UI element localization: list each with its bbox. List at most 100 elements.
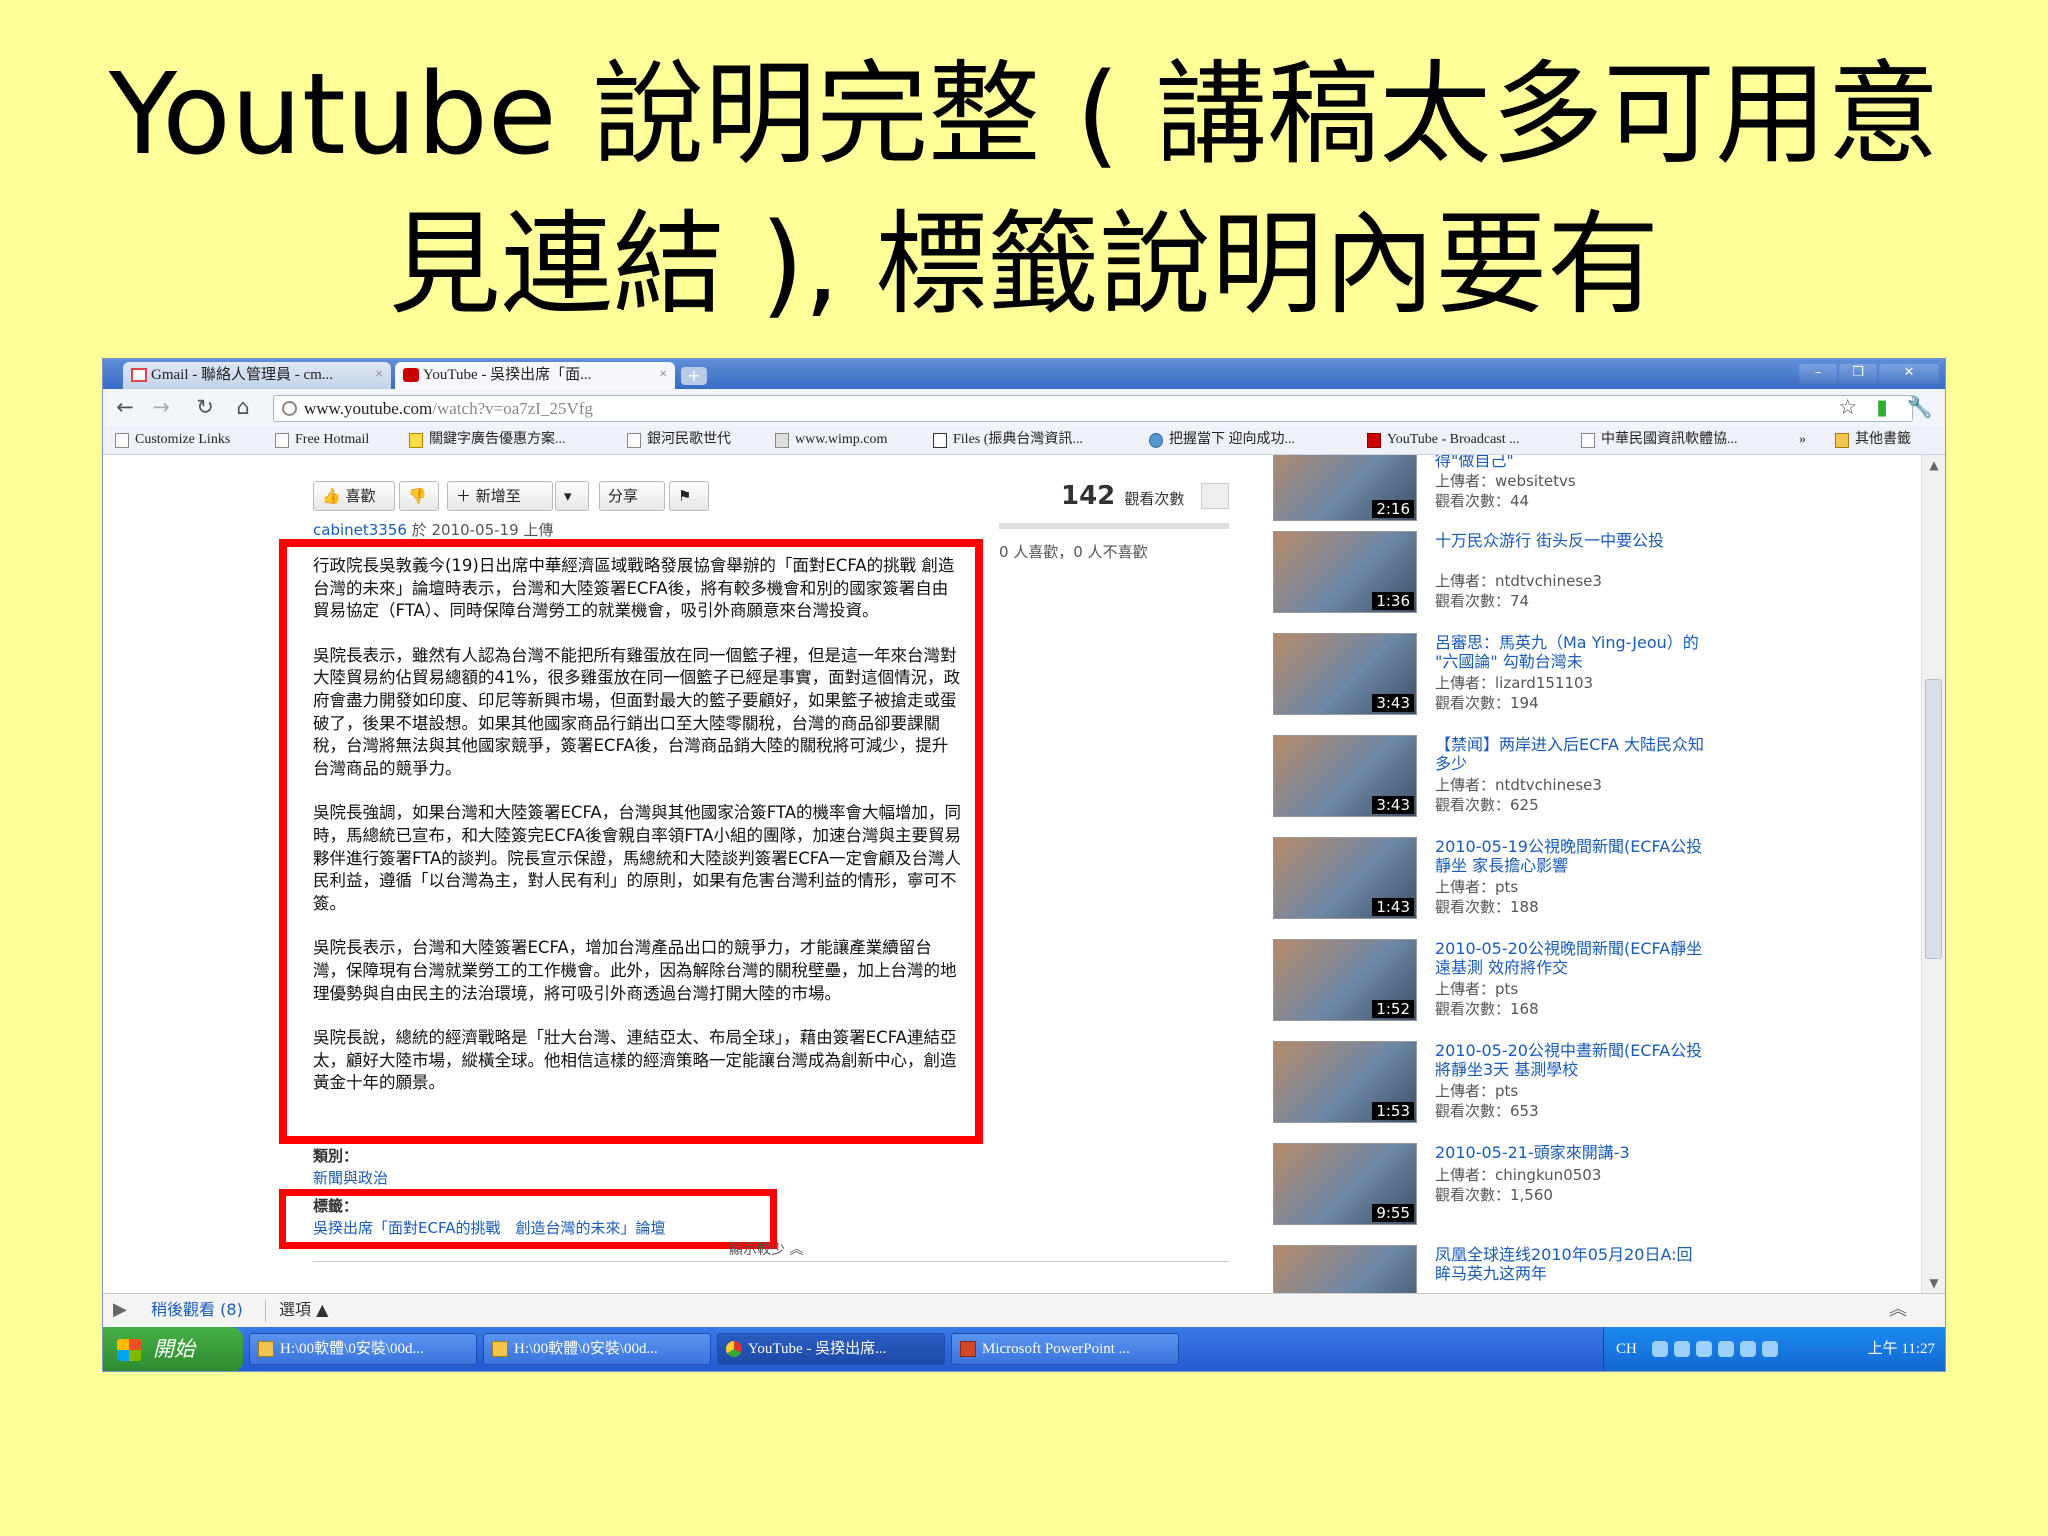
watch-later-button[interactable]: 稍後觀看 (8) bbox=[151, 1294, 243, 1326]
related-video-item[interactable]: 9:55 2010-05-21-頭家來開講-3 上傳者：chingkun0503… bbox=[1273, 1143, 1893, 1235]
related-video-title[interactable]: 2010-05-19公視晚間新聞(ECFA公投靜坐 家長擔心影響 bbox=[1435, 837, 1705, 875]
page-icon bbox=[1581, 433, 1595, 448]
add-to-dropdown[interactable]: ▾ bbox=[555, 481, 589, 511]
related-video-item[interactable]: 1:36 十万民众游行 街头反一中要公投 上傳者：ntdtvchinese3 觀… bbox=[1273, 531, 1893, 623]
related-video-item[interactable]: 1:43 2010-05-19公視晚間新聞(ECFA公投靜坐 家長擔心影響 上傳… bbox=[1273, 837, 1893, 929]
folder-icon bbox=[258, 1341, 274, 1357]
input-language[interactable]: CH bbox=[1616, 1327, 1637, 1371]
page-scrollbar[interactable]: ▲ ▼ bbox=[1921, 455, 1945, 1293]
bookmark-item[interactable]: 關鍵字廣告優惠方案... bbox=[407, 427, 566, 453]
start-button[interactable]: 開始 bbox=[103, 1327, 243, 1371]
network-icon[interactable] bbox=[1674, 1341, 1690, 1357]
video-thumbnail[interactable]: 9:55 bbox=[1273, 1143, 1417, 1225]
bookmark-item[interactable]: Free Hotmail bbox=[273, 427, 369, 453]
wrench-icon[interactable]: 🔧 bbox=[1907, 395, 1933, 419]
close-icon[interactable]: × bbox=[659, 362, 667, 388]
new-tab-button[interactable]: + bbox=[681, 367, 707, 385]
page-icon bbox=[115, 433, 129, 448]
related-video-item[interactable]: 2:16 得"做自己" 上傳者：websitetvs 觀看次數：44 bbox=[1273, 455, 1893, 531]
expand-up-icon[interactable]: ︽ bbox=[1889, 1294, 1907, 1326]
related-video-title[interactable]: 【禁闻】两岸进入后ECFA 大陆民众知多少 bbox=[1435, 735, 1705, 773]
page-icon bbox=[275, 433, 289, 448]
show-less-button[interactable]: 顯示較少 ︽ bbox=[729, 1239, 803, 1259]
category-link[interactable]: 新聞與政治 bbox=[313, 1167, 388, 1188]
close-icon[interactable]: × bbox=[375, 362, 383, 388]
video-thumbnail[interactable]: 1:53 bbox=[1273, 1041, 1417, 1123]
scroll-down-icon[interactable]: ▼ bbox=[1922, 1273, 1945, 1293]
bookmark-item[interactable]: www.wimp.com bbox=[773, 427, 887, 453]
video-thumbnail[interactable]: 1:36 bbox=[1273, 531, 1417, 613]
minimize-button[interactable]: – bbox=[1799, 364, 1837, 384]
keyboard-icon[interactable] bbox=[1652, 1341, 1668, 1357]
wimp-icon bbox=[775, 433, 789, 448]
related-video-title[interactable]: 得"做自己" bbox=[1435, 455, 1705, 470]
bookmark-item[interactable]: Customize Links bbox=[113, 427, 230, 453]
like-button[interactable]: 👍 喜歡 bbox=[313, 481, 395, 511]
related-video-title[interactable]: 呂審思：馬英九（Ma Ying-Jeou）的 "六國論" 勾勒台灣未 bbox=[1435, 633, 1705, 671]
related-video-title[interactable]: 2010-05-20公視中晝新聞(ECFA公投將靜坐3天 基測學校 bbox=[1435, 1041, 1705, 1079]
scroll-up-icon[interactable]: ▲ bbox=[1922, 455, 1945, 475]
related-video-item[interactable]: 1:53 2010-05-20公視中晝新聞(ECFA公投將靜坐3天 基測學校 上… bbox=[1273, 1041, 1893, 1133]
related-video-item[interactable]: 3:43 【禁闻】两岸进入后ECFA 大陆民众知多少 上傳者：ntdtvchin… bbox=[1273, 735, 1893, 827]
uploader-link[interactable]: cabinet3356 bbox=[313, 521, 407, 539]
chat-icon[interactable] bbox=[1718, 1341, 1734, 1357]
video-thumbnail[interactable]: 3:43 bbox=[1273, 735, 1417, 817]
play-icon[interactable]: ▶ bbox=[113, 1294, 127, 1326]
thumbs-up-icon: 👍 bbox=[322, 487, 341, 505]
windows-logo-icon bbox=[117, 1339, 141, 1361]
related-video-item[interactable]: 凤凰全球连线2010年05月20日A:回眸马英九这两年 bbox=[1273, 1245, 1893, 1293]
description-highlight-box: 行政院長吳敦義今(19)日出席中華經濟區域戰略發展協會舉辦的「面對ECFA的挑戰… bbox=[279, 539, 983, 1144]
flag-button[interactable]: ⚑ bbox=[669, 481, 709, 511]
antivirus-icon[interactable] bbox=[1696, 1341, 1712, 1357]
bookmark-item[interactable]: 把握當下 迎向成功... bbox=[1147, 427, 1295, 453]
related-video-title[interactable]: 十万民众游行 街头反一中要公投 bbox=[1435, 531, 1705, 550]
scrollbar-thumb[interactable] bbox=[1925, 679, 1942, 959]
other-bookmarks[interactable]: 其他書籤 bbox=[1833, 427, 1911, 453]
dislike-button[interactable]: 👎 bbox=[399, 481, 439, 511]
maximize-button[interactable]: ❐ bbox=[1839, 364, 1877, 384]
tab-youtube[interactable]: YouTube - 吳揆出席「面... × bbox=[395, 362, 675, 389]
stats-icon[interactable] bbox=[1201, 483, 1229, 509]
youtube-icon bbox=[403, 368, 419, 382]
related-video-title[interactable]: 2010-05-21-頭家來開講-3 bbox=[1435, 1143, 1705, 1162]
back-arrow-icon[interactable]: ← bbox=[113, 395, 137, 419]
bookmark-item[interactable]: 銀河民歌世代 bbox=[625, 427, 731, 453]
related-video-uploader: 上傳者：pts bbox=[1435, 878, 1519, 896]
video-thumbnail[interactable]: 1:52 bbox=[1273, 939, 1417, 1021]
tab-gmail-label: Gmail - 聯絡人管理員 - cm... bbox=[151, 367, 334, 383]
related-video-title[interactable]: 2010-05-20公視晚間新聞(ECFA靜坐遠基測 效府將作交 bbox=[1435, 939, 1705, 977]
page-info-icon bbox=[282, 401, 297, 416]
bookmarks-more-button[interactable]: » bbox=[1799, 427, 1806, 453]
related-video-item[interactable]: 1:52 2010-05-20公視晚間新聞(ECFA靜坐遠基測 效府將作交 上傳… bbox=[1273, 939, 1893, 1031]
address-bar[interactable]: www.youtube.com/watch?v=oa7zI_25Vfg bbox=[273, 395, 1913, 422]
bookmark-item[interactable]: YouTube - Broadcast ... bbox=[1365, 427, 1520, 453]
sync-icon[interactable] bbox=[1740, 1341, 1756, 1357]
add-to-button[interactable]: ＋ 新增至 bbox=[447, 481, 553, 511]
chevron-down-icon: ▾ bbox=[564, 487, 572, 505]
close-window-button[interactable]: ✕ bbox=[1879, 364, 1939, 384]
options-button[interactable]: 選項 ▲ bbox=[279, 1294, 328, 1326]
taskbar-item-folder[interactable]: H:\00軟體\0安裝\00d... bbox=[483, 1333, 711, 1365]
video-thumbnail[interactable]: 1:43 bbox=[1273, 837, 1417, 919]
share-button[interactable]: 分享 bbox=[599, 481, 665, 511]
security-icon[interactable] bbox=[1762, 1341, 1778, 1357]
related-video-uploader: 上傳者：ntdtvchinese3 bbox=[1435, 572, 1602, 590]
caret-up-icon: ▲ bbox=[316, 1300, 329, 1319]
reload-icon[interactable]: ↻ bbox=[193, 395, 217, 419]
related-video-title[interactable]: 凤凰全球连线2010年05月20日A:回眸马英九这两年 bbox=[1435, 1245, 1705, 1283]
tab-gmail[interactable]: Gmail - 聯絡人管理員 - cm... × bbox=[123, 362, 391, 389]
video-thumbnail[interactable]: 3:43 bbox=[1273, 633, 1417, 715]
bookmark-item[interactable]: 中華民國資訊軟體協... bbox=[1579, 427, 1738, 453]
video-thumbnail[interactable]: 2:16 bbox=[1273, 455, 1417, 521]
taskbar-item-powerpoint[interactable]: Microsoft PowerPoint ... bbox=[951, 1333, 1179, 1365]
taskbar-item-chrome[interactable]: YouTube - 吳揆出席... bbox=[717, 1333, 945, 1365]
taskbar-item-folder[interactable]: H:\00軟體\0安裝\00d... bbox=[249, 1333, 477, 1365]
signal-icon[interactable]: ▮ bbox=[1876, 395, 1888, 419]
bookmark-star-icon[interactable]: ☆ bbox=[1838, 395, 1857, 419]
video-thumbnail[interactable] bbox=[1273, 1245, 1417, 1293]
related-video-item[interactable]: 3:43 呂審思：馬英九（Ma Ying-Jeou）的 "六國論" 勾勒台灣未 … bbox=[1273, 633, 1893, 725]
forward-arrow-icon[interactable]: → bbox=[149, 395, 173, 419]
home-icon[interactable]: ⌂ bbox=[231, 395, 255, 419]
bookmark-item[interactable]: Files (振典台灣資訊... bbox=[931, 427, 1083, 453]
related-video-views: 觀看次數：74 bbox=[1435, 592, 1530, 610]
